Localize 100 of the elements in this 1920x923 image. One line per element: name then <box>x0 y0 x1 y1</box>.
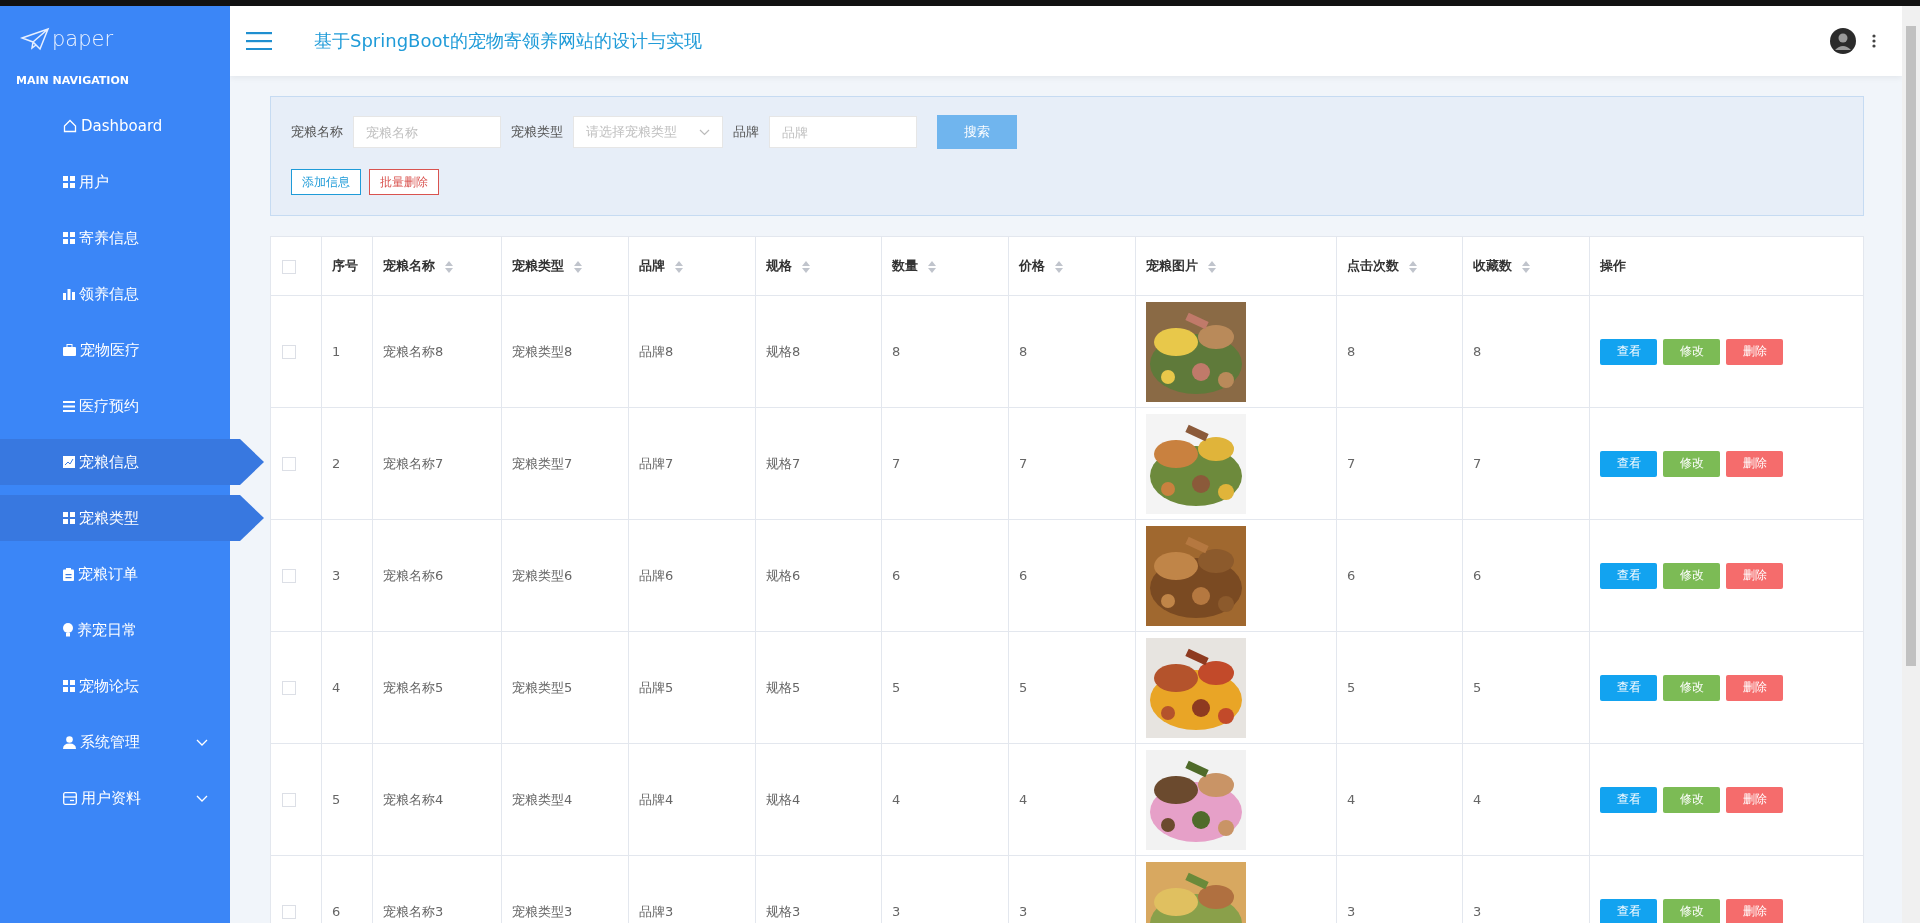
column-header[interactable]: 收藏数 <box>1473 258 1512 273</box>
table-cell: 规格8 <box>766 343 801 359</box>
filter-label: 宠粮类型 <box>511 123 563 141</box>
view-button[interactable]: 查看 <box>1600 450 1657 477</box>
view-button[interactable]: 查看 <box>1600 674 1657 701</box>
nav-item[interactable]: 寄养信息 <box>0 215 230 261</box>
chevron-down-icon <box>699 128 710 136</box>
more-icon[interactable] <box>1872 34 1876 48</box>
table-cell: 5 <box>1019 680 1028 695</box>
table-cell: 品牌7 <box>639 455 674 471</box>
nav-item[interactable]: 系统管理 <box>0 719 230 765</box>
input-field[interactable]: 宠粮名称 <box>353 116 501 148</box>
table-cell: 宠粮名称4 <box>383 791 444 807</box>
checkbox[interactable] <box>282 569 296 584</box>
delete-button[interactable]: 批量删除 <box>369 169 439 195</box>
table-cell: 4 <box>892 792 901 807</box>
table-cell: 7 <box>1019 456 1028 471</box>
sort-icon[interactable] <box>1521 260 1530 273</box>
nav-item[interactable]: Dashboard <box>0 103 230 149</box>
delete-button[interactable]: 删除 <box>1726 338 1783 365</box>
delete-button[interactable]: 删除 <box>1726 450 1783 477</box>
view-button[interactable]: 查看 <box>1600 786 1657 813</box>
edit-button[interactable]: 修改 <box>1663 338 1720 365</box>
delete-button[interactable]: 删除 <box>1726 898 1783 923</box>
table-cell: 宠粮名称5 <box>383 679 444 695</box>
nav-item[interactable]: 医疗预约 <box>0 383 230 429</box>
avatar[interactable] <box>1830 28 1856 54</box>
nav-item[interactable]: 宠物医疗 <box>0 327 230 373</box>
card-icon <box>63 791 77 805</box>
table-cell: 6 <box>1347 568 1356 583</box>
table-cell: 3 <box>1019 904 1028 919</box>
nav-item[interactable]: 宠粮信息 <box>0 439 264 485</box>
table-cell: 宠粮类型3 <box>512 903 573 919</box>
table-cell: 品牌4 <box>639 791 674 807</box>
scrollbar[interactable] <box>1902 6 1920 923</box>
scrollbar-thumb[interactable] <box>1906 26 1916 666</box>
table-cell: 4 <box>1347 792 1356 807</box>
menu-icon[interactable] <box>246 32 272 50</box>
column-header[interactable]: 宠粮类型 <box>512 258 564 273</box>
sort-icon[interactable] <box>1207 260 1216 273</box>
checkbox[interactable] <box>282 681 296 696</box>
sort-icon[interactable] <box>1054 260 1063 273</box>
table-cell: 宠粮类型6 <box>512 567 573 583</box>
list-icon <box>63 400 75 412</box>
checkbox[interactable] <box>282 793 296 808</box>
select-field[interactable]: 请选择宠粮类型 <box>573 116 723 148</box>
sort-icon[interactable] <box>573 260 582 273</box>
column-header[interactable]: 品牌 <box>639 258 665 273</box>
grid-icon <box>63 680 75 692</box>
nav-item[interactable]: 用户资料 <box>0 775 230 821</box>
bar-chart-icon <box>63 288 75 300</box>
column-header[interactable]: 宠粮名称 <box>383 258 435 273</box>
checkbox[interactable] <box>282 457 296 472</box>
edit-button[interactable]: 修改 <box>1663 898 1720 923</box>
view-button[interactable]: 查看 <box>1600 562 1657 589</box>
input-field[interactable]: 品牌 <box>769 116 917 148</box>
table-cell: 3 <box>892 904 901 919</box>
edit-button[interactable]: 修改 <box>1663 450 1720 477</box>
table-cell: 6 <box>892 568 901 583</box>
nav-item[interactable]: 宠粮订单 <box>0 551 230 597</box>
edit-button[interactable]: 修改 <box>1663 674 1720 701</box>
briefcase-icon <box>63 344 76 356</box>
paper-plane-icon <box>20 27 50 51</box>
view-button[interactable]: 查看 <box>1600 898 1657 923</box>
table-cell: 宠粮名称8 <box>383 343 444 359</box>
nav-item[interactable]: 养宠日常 <box>0 607 230 653</box>
edit-button[interactable]: 修改 <box>1663 562 1720 589</box>
edit-button[interactable]: 修改 <box>1663 786 1720 813</box>
nav-item[interactable]: 宠物论坛 <box>0 663 230 709</box>
column-header[interactable]: 数量 <box>892 258 918 273</box>
delete-button[interactable]: 删除 <box>1726 786 1783 813</box>
nav-item[interactable]: 宠粮类型 <box>0 495 264 541</box>
add-button[interactable]: 添加信息 <box>291 169 361 195</box>
table-cell: 1 <box>332 344 341 359</box>
column-header[interactable]: 宠粮图片 <box>1146 258 1198 273</box>
table-cell: 8 <box>892 344 901 359</box>
sort-icon[interactable] <box>927 260 936 273</box>
delete-button[interactable]: 删除 <box>1726 674 1783 701</box>
table-cell: 4 <box>332 680 341 695</box>
column-header[interactable]: 点击次数 <box>1347 258 1399 273</box>
search-button[interactable]: 搜索 <box>937 115 1017 149</box>
column-header[interactable]: 规格 <box>766 258 792 273</box>
table-cell: 8 <box>1347 344 1356 359</box>
nav-item[interactable]: 领养信息 <box>0 271 230 317</box>
column-header[interactable]: 价格 <box>1019 258 1045 273</box>
table-cell: 5 <box>332 792 341 807</box>
table-cell: 3 <box>1473 904 1482 919</box>
sort-icon[interactable] <box>444 260 453 273</box>
checkbox[interactable] <box>282 905 296 920</box>
view-button[interactable]: 查看 <box>1600 338 1657 365</box>
table-cell: 规格6 <box>766 567 801 583</box>
table-cell: 4 <box>1473 792 1482 807</box>
delete-button[interactable]: 删除 <box>1726 562 1783 589</box>
nav-item[interactable]: 用户 <box>0 159 230 205</box>
sort-icon[interactable] <box>801 260 810 273</box>
checkbox[interactable] <box>282 345 296 360</box>
sort-icon[interactable] <box>674 260 683 273</box>
table-cell: 规格4 <box>766 791 801 807</box>
sort-icon[interactable] <box>1408 260 1417 273</box>
checkbox[interactable] <box>282 259 296 274</box>
